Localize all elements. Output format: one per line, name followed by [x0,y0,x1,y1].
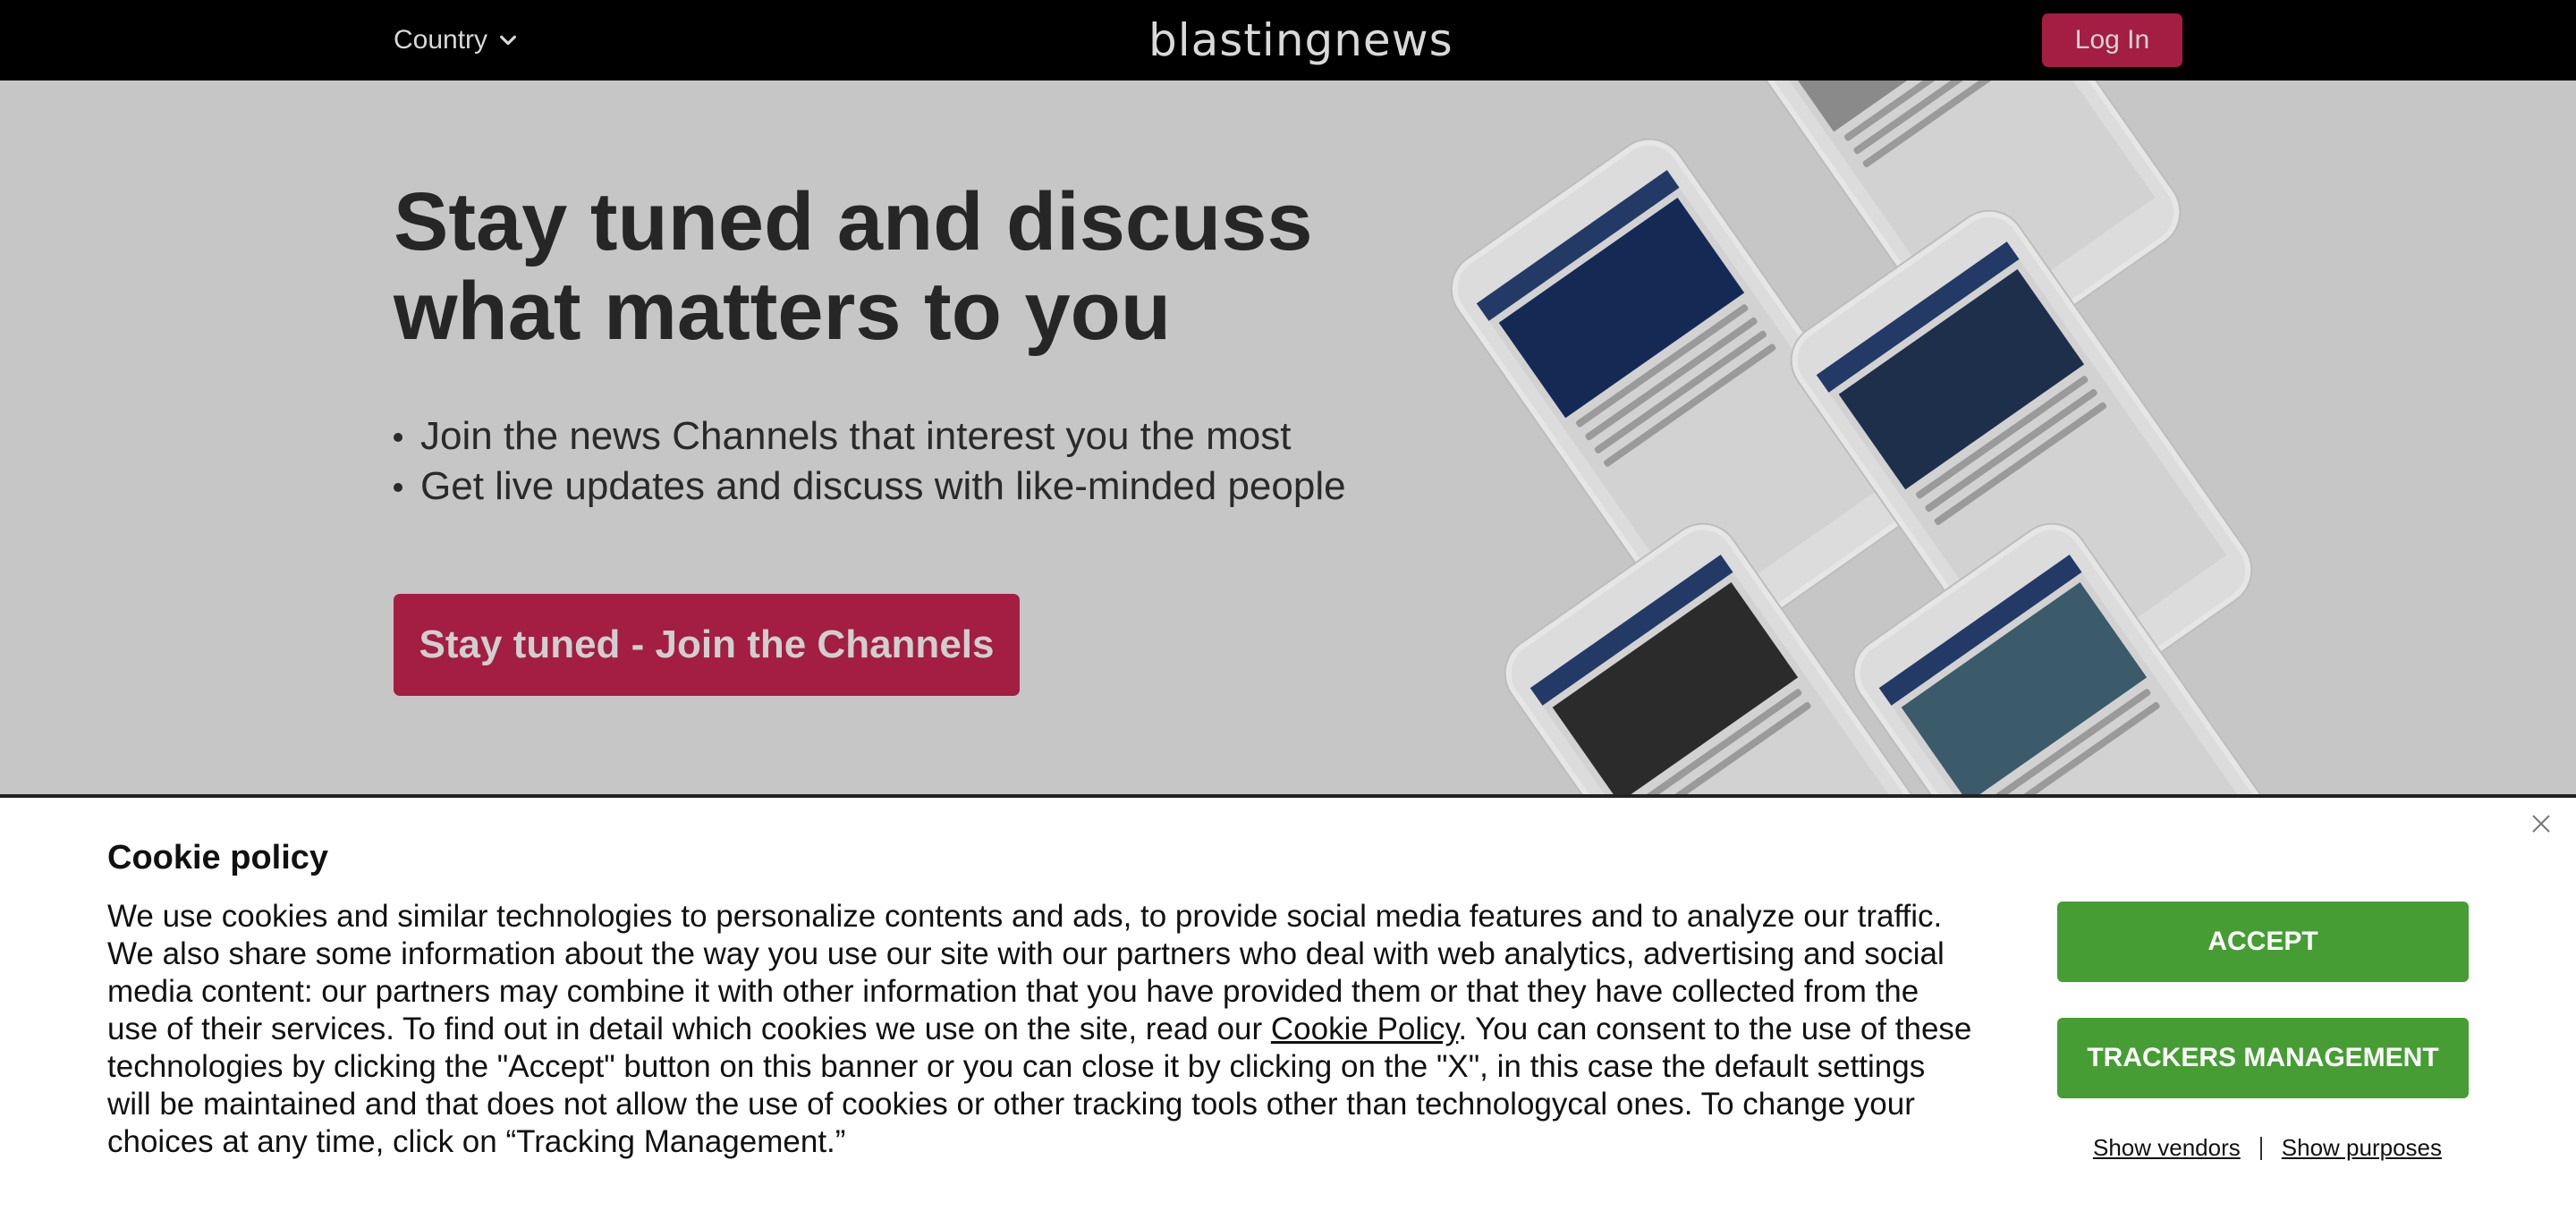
hero-bullet-item: Join the news Channels that interest you… [394,411,1346,462]
hero-bullet-list: Join the news Channels that interest you… [394,411,1346,512]
close-icon[interactable] [2528,810,2555,837]
hero-bullet-item: Get live updates and discuss with like-m… [394,462,1346,512]
hero-title: Stay tuned and discuss what matters to y… [394,177,1377,356]
phones-illustration [1368,80,2328,794]
chevron-down-icon [500,35,516,46]
hero-section: Stay tuned and discuss what matters to y… [0,80,2576,794]
country-label: Country [394,25,488,55]
accept-button[interactable]: ACCEPT [2057,902,2469,982]
hero-title-line-2: what matters to you [394,266,1172,357]
top-navigation-bar: Country blastingnews Log In [0,0,2576,80]
cookie-description: We use cookies and similar technologies … [107,898,1977,1161]
cookie-title: Cookie policy [107,839,329,876]
cookie-links: Show vendors Show purposes [2093,1134,2442,1162]
login-button[interactable]: Log In [2042,13,2182,67]
link-divider [2259,1136,2262,1160]
cookie-policy-link[interactable]: Cookie Policy [1271,1012,1458,1046]
hero-title-line-1: Stay tuned and discuss [394,176,1313,267]
phone-image [1840,510,2328,794]
show-purposes-link[interactable]: Show purposes [2282,1134,2442,1162]
join-channels-button[interactable]: Stay tuned - Join the Channels [394,594,1020,696]
cookie-banner: Cookie policy We use cookies and similar… [0,794,2576,1211]
trackers-management-button[interactable]: TRACKERS MANAGEMENT [2057,1018,2469,1098]
country-selector[interactable]: Country [394,25,518,55]
site-logo[interactable]: blastingnews [1148,14,1453,66]
show-vendors-link[interactable]: Show vendors [2093,1134,2241,1162]
